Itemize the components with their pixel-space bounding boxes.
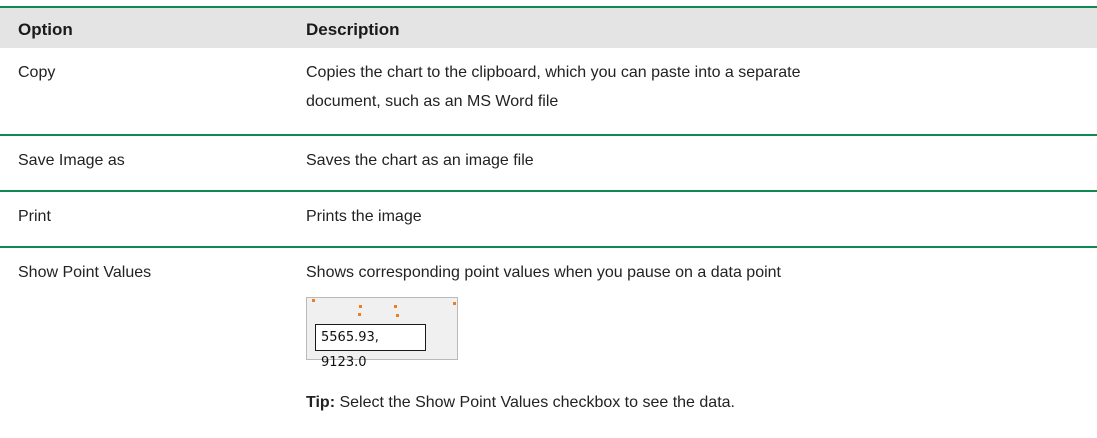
description-save-image-line1: Saves the chart as an image file [306, 152, 534, 169]
description-show-point-values: Shows corresponding point values when yo… [306, 258, 1066, 287]
data-point [453, 302, 456, 305]
data-point [359, 305, 362, 308]
option-save-image: Save Image as [18, 152, 125, 169]
tip-note: Tip: Select the Show Point Values checkb… [306, 394, 735, 412]
data-point [358, 313, 361, 316]
point-values-example-image: 5565.93, 9123.0 [306, 297, 458, 370]
table-row-print: Print Prints the image [0, 192, 1097, 246]
description-save-image: Saves the chart as an image file [306, 146, 1066, 175]
option-copy: Copy [18, 64, 56, 81]
data-point [312, 299, 315, 302]
option-show-point-values: Show Point Values [18, 264, 152, 281]
tip-label: Tip: [306, 394, 336, 411]
table-row-copy: Copy Copies the chart to the clipboard, … [0, 48, 1097, 134]
option-print: Print [18, 208, 51, 225]
tip-text: Select the Show Point Values checkbox to… [335, 394, 735, 411]
data-point [394, 305, 397, 308]
table-row-save-image: Save Image as Saves the chart as an imag… [0, 136, 1097, 190]
description-copy: Copies the chart to the clipboard, which… [306, 58, 1066, 116]
point-value-tooltip: 5565.93, 9123.0 [315, 324, 426, 370]
description-print-line1: Prints the image [306, 208, 422, 225]
description-copy-line1: Copies the chart to the clipboard, which… [306, 64, 801, 81]
data-point [396, 314, 399, 317]
column-header-option: Option [18, 20, 73, 39]
description-show-point-values-line1: Shows corresponding point values when yo… [306, 264, 781, 281]
table-header: Option Description [0, 8, 1097, 48]
description-copy-line2: document, such as an MS Word file [306, 93, 559, 110]
column-header-description: Description [306, 20, 400, 39]
description-print: Prints the image [306, 202, 1066, 231]
